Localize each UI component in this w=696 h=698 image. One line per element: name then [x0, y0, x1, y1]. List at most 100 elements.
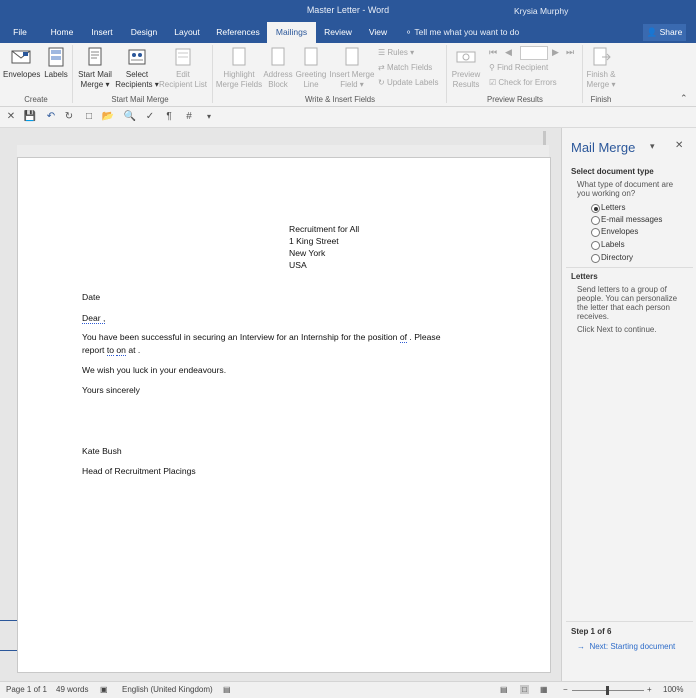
option-label[interactable]: E-mail messages	[601, 215, 662, 224]
insert-merge-field-button[interactable]: Insert Merge Field ▾	[328, 47, 376, 90]
address-line: 1 King Street	[289, 236, 339, 246]
pilcrow-icon[interactable]: ¶	[162, 109, 176, 125]
separator	[446, 45, 447, 103]
zoom-slider-thumb[interactable]	[606, 686, 609, 695]
print-layout-icon[interactable]: □	[520, 685, 529, 694]
lightbulb-icon: ⚬	[405, 27, 415, 37]
rules-button[interactable]: ☰ Rules ▾	[378, 47, 414, 59]
radio-email[interactable]	[591, 216, 600, 225]
question-text: What type of document are	[577, 180, 674, 189]
body-text: . Please	[409, 332, 441, 342]
share-button[interactable]: 👤 Share	[643, 24, 686, 41]
tab-view[interactable]: View	[363, 22, 393, 43]
undo-icon[interactable]: ↶	[42, 109, 60, 125]
insert-field-icon	[345, 47, 359, 66]
preview-results-button[interactable]: Preview Results	[449, 47, 483, 90]
pane-options-button[interactable]: ▾	[650, 141, 655, 152]
spelling-icon[interactable]: ✓	[142, 109, 158, 125]
address-line1: Address	[263, 70, 293, 79]
update-labels-button[interactable]: ↻ Update Labels	[378, 77, 439, 89]
pane-close-button[interactable]: ✕	[675, 140, 683, 151]
first-record-button[interactable]: ⏮	[489, 46, 497, 58]
scroll-thumb[interactable]	[543, 131, 546, 145]
previous-record-button[interactable]: ◀	[505, 46, 512, 58]
save-icon[interactable]: 💾	[22, 109, 38, 125]
edit-recipient-list-button[interactable]: Edit Recipient List	[158, 47, 208, 90]
option-label[interactable]: Directory	[601, 253, 633, 262]
start-mail-merge-button[interactable]: Start Mail Merge ▾	[75, 47, 115, 90]
redo-icon[interactable]: ↻	[62, 109, 76, 125]
word-count[interactable]: 49 words	[56, 685, 88, 694]
match-fields-button[interactable]: ⇄ Match Fields	[378, 62, 432, 74]
section-title: Letters	[571, 272, 598, 281]
tab-insert[interactable]: Insert	[86, 22, 118, 43]
finish-merge-button[interactable]: Finish & Merge ▾	[585, 47, 617, 90]
print-preview-icon[interactable]: 🔍	[122, 109, 138, 125]
tab-review[interactable]: Review	[321, 22, 355, 43]
envelopes-button[interactable]: Envelopes	[3, 47, 40, 80]
description-text: the letter that each person	[577, 303, 670, 312]
closing-line: Yours sincerely	[82, 385, 140, 395]
page-count[interactable]: Page 1 of 1	[6, 685, 47, 694]
read-mode-icon[interactable]: ▤	[500, 685, 508, 694]
language[interactable]: English (United Kingdom)	[122, 685, 213, 694]
greeting-line-button[interactable]: Greeting Line	[294, 47, 328, 90]
radio-letters[interactable]	[591, 204, 600, 213]
option-label[interactable]: Labels	[601, 240, 625, 249]
tab-home[interactable]: Home	[44, 22, 80, 43]
edit-line2: Recipient List	[158, 80, 208, 89]
open-folder-icon[interactable]: 📂	[100, 109, 116, 125]
start-group-label: Start Mail Merge	[111, 95, 169, 104]
option-label[interactable]: Letters	[601, 203, 625, 212]
check-errors-button[interactable]: ☑ Check for Errors	[489, 77, 557, 89]
window-title: Master Letter - Word	[306, 5, 390, 15]
tab-references[interactable]: References	[212, 22, 264, 43]
highlight-icon	[232, 47, 246, 66]
close-icon[interactable]: ✕	[4, 109, 18, 125]
last-record-button[interactable]: ⏭	[566, 46, 574, 58]
labels-icon	[48, 47, 64, 67]
create-group-label: Create	[24, 95, 48, 104]
new-document-icon[interactable]: □	[82, 109, 96, 125]
tab-file[interactable]: File	[4, 22, 36, 43]
zoom-level[interactable]: 100%	[663, 685, 683, 694]
proofing-icon[interactable]: ▣	[100, 685, 108, 694]
tell-me-box[interactable]: ⚬ Tell me what you want to do	[405, 22, 519, 43]
zoom-out-button[interactable]: −	[563, 685, 568, 694]
macro-icon[interactable]: ▤	[223, 685, 231, 694]
labels-button[interactable]: Labels	[42, 47, 70, 80]
address-line: Recruitment for All	[289, 224, 360, 234]
highlight-merge-fields-button[interactable]: Highlight Merge Fields	[214, 47, 264, 90]
collapse-ribbon-button[interactable]: ⌃	[680, 93, 688, 104]
next-record-button[interactable]: ▶	[552, 46, 559, 58]
find-recipient-button[interactable]: ⚲ Find Recipient	[489, 62, 548, 74]
record-number-input[interactable]	[520, 46, 548, 60]
zoom-in-button[interactable]: +	[647, 685, 652, 694]
select-recipients-button[interactable]: Select Recipients ▾	[115, 47, 159, 90]
preview-icon	[456, 51, 476, 63]
dropdown-arrow-icon: ▾	[407, 48, 415, 57]
recipients-icon	[128, 49, 146, 65]
web-layout-icon[interactable]: ▦	[540, 685, 548, 694]
next-step-link[interactable]: → Next: Starting document	[577, 642, 675, 651]
tab-design[interactable]: Design	[125, 22, 163, 43]
option-label[interactable]: Envelopes	[601, 227, 638, 236]
customize-toolbar-icon[interactable]: ▾	[202, 109, 216, 125]
tab-mailings[interactable]: Mailings	[267, 22, 316, 43]
address-line: New York	[289, 248, 326, 258]
match-fields-icon: ⇄	[378, 63, 387, 72]
hash-icon[interactable]: #	[182, 109, 196, 125]
tab-layout[interactable]: Layout	[168, 22, 206, 43]
greeting-line2: Line	[303, 80, 319, 89]
document-page[interactable]: Recruitment for All 1 King Street New Yo…	[17, 157, 551, 673]
previous-record-icon: ◀	[505, 47, 512, 57]
user-name[interactable]: Krysia Murphy	[514, 6, 568, 16]
check-errors-label: Check for Errors	[498, 78, 557, 87]
radio-envelopes[interactable]	[591, 228, 600, 237]
pane-title: Mail Merge	[571, 140, 636, 155]
address-block-button[interactable]: Address Block	[262, 47, 294, 90]
labels-label: Labels	[44, 70, 68, 79]
ribbon-tabs: File Home Insert Design Layout Reference…	[0, 22, 696, 43]
radio-directory[interactable]	[591, 254, 600, 263]
radio-labels[interactable]	[591, 241, 600, 250]
